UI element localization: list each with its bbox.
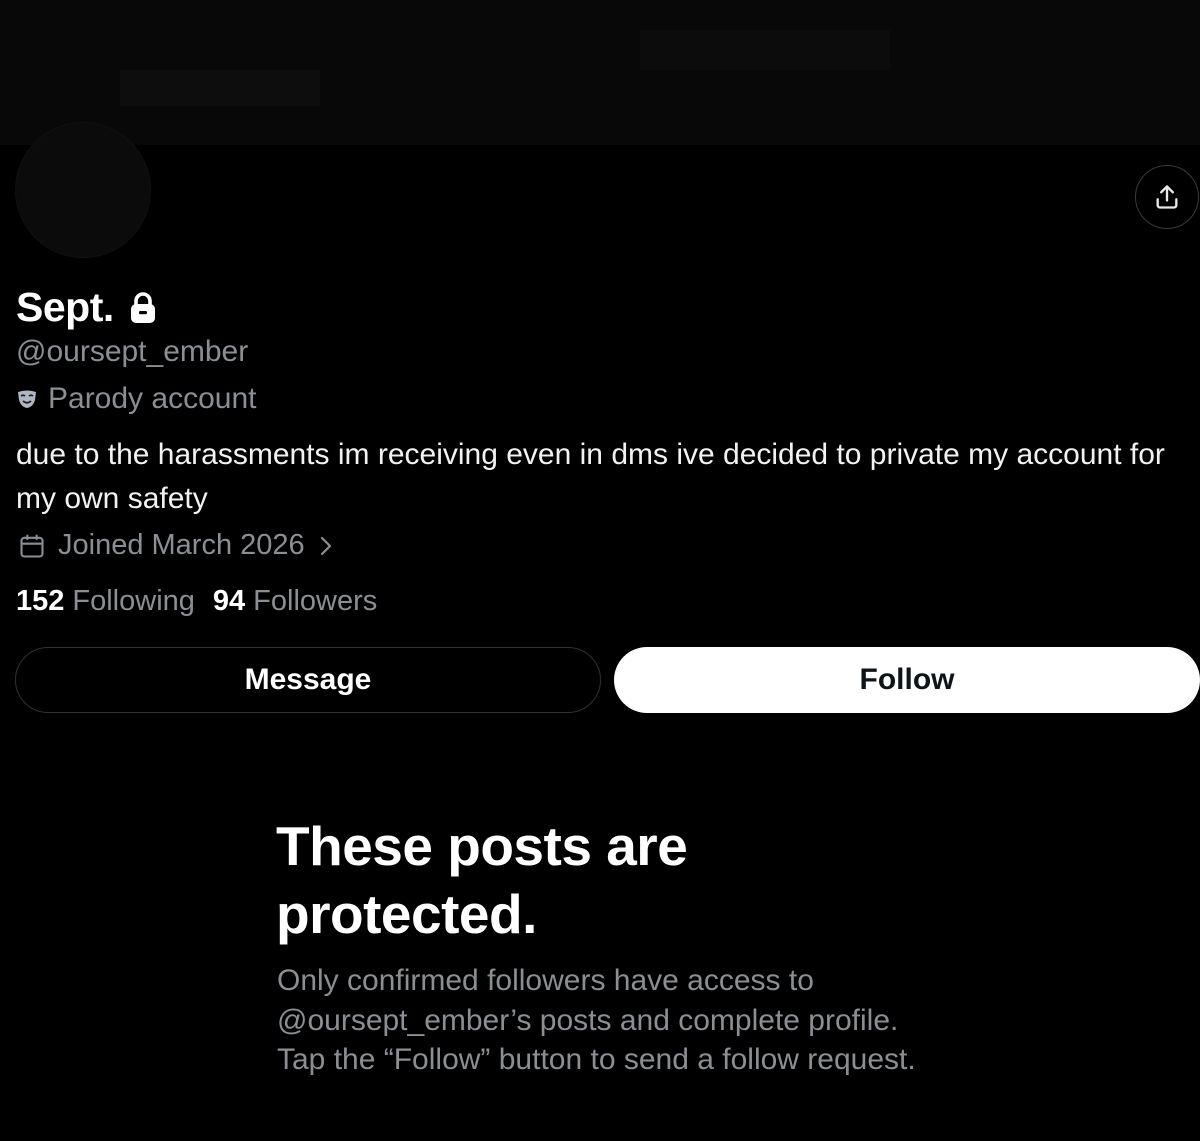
- message-button[interactable]: Message: [15, 647, 601, 713]
- following-count: 152: [16, 585, 65, 617]
- calendar-icon: [18, 532, 46, 560]
- follow-button[interactable]: Follow: [614, 647, 1200, 713]
- share-icon: [1153, 183, 1181, 211]
- following-stat[interactable]: 152 Following: [16, 585, 195, 618]
- following-label: Following: [72, 585, 195, 617]
- name-row: Sept.: [16, 284, 158, 331]
- joined-date-row[interactable]: Joined March 2026: [18, 529, 333, 562]
- banner-shade: [120, 70, 320, 106]
- followers-label: Followers: [253, 585, 378, 617]
- parody-label-row[interactable]: Parody account: [16, 382, 256, 416]
- mask-icon: [16, 388, 38, 410]
- display-name: Sept.: [16, 284, 114, 330]
- follow-stats: 152 Following 94 Followers: [16, 585, 377, 618]
- profile-banner[interactable]: [0, 0, 1200, 145]
- protected-title: These posts are protected.: [276, 815, 688, 945]
- chevron-right-icon: [319, 534, 333, 558]
- profile-bio: due to the harassments im receiving even…: [16, 438, 1165, 515]
- banner-shade: [640, 30, 890, 70]
- profile-handle: @oursept_ember: [16, 335, 249, 368]
- followers-stat[interactable]: 94 Followers: [213, 585, 377, 618]
- protected-description: Only confirmed followers have access to …: [277, 964, 916, 1076]
- share-button[interactable]: [1135, 165, 1199, 229]
- followers-count: 94: [212, 585, 246, 617]
- avatar[interactable]: [15, 122, 151, 258]
- joined-date: Joined March 2026: [58, 529, 305, 561]
- lock-icon: [128, 291, 158, 325]
- parody-label: Parody account: [48, 382, 257, 415]
